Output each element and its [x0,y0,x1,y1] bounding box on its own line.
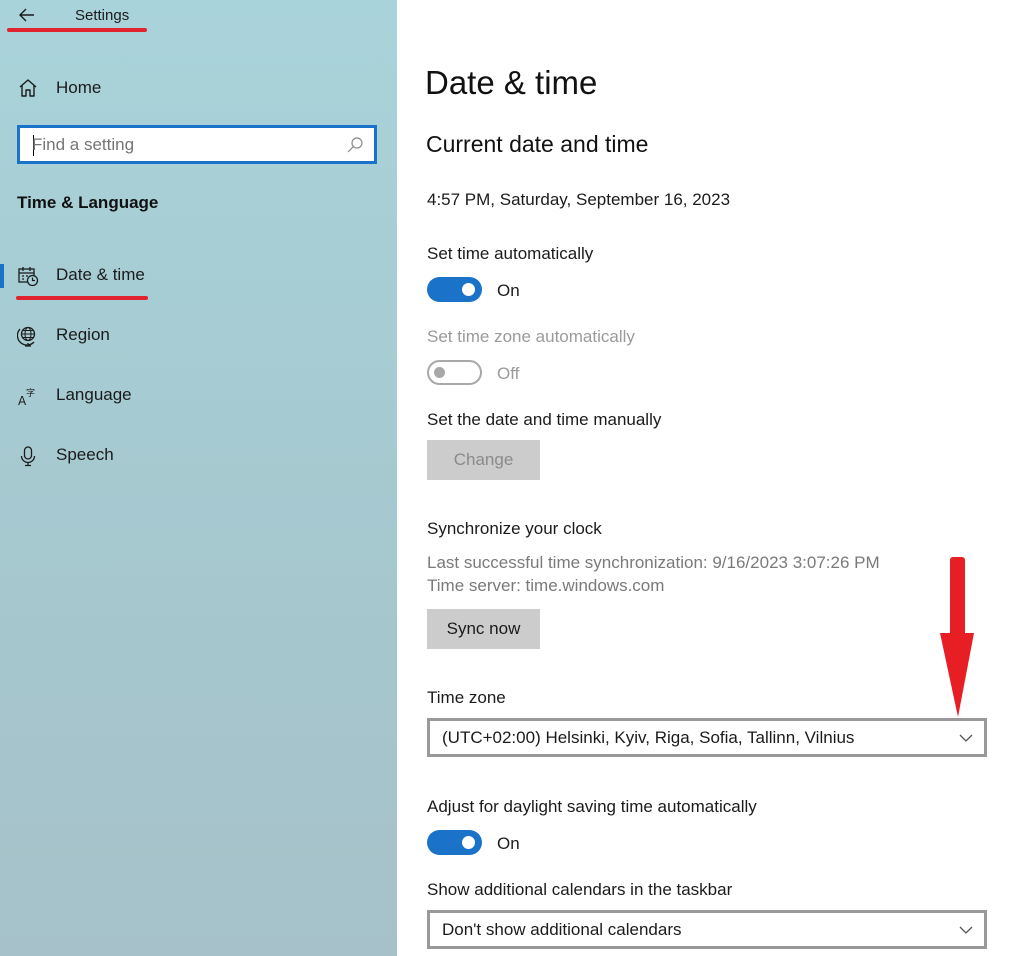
daylight-saving-state: On [497,834,520,853]
nav-home[interactable]: Home [0,70,397,106]
svg-text:字: 字 [26,387,35,399]
annotation-underline-date-time [16,296,148,300]
main-content: Date & time Current date and time 4:57 P… [397,0,1012,956]
additional-calendars-dropdown[interactable]: Don't show additional calendars [427,910,987,949]
manual-set-label: Set the date and time manually [427,410,662,429]
sidebar-item-label: Language [56,385,132,404]
sync-label: Synchronize your clock [427,519,602,538]
chevron-down-icon [959,926,973,934]
back-button[interactable] [14,4,40,26]
set-time-auto-toggle[interactable] [427,277,482,302]
section-title: Current date and time [426,131,649,157]
home-icon [17,77,39,99]
set-timezone-auto-state: Off [497,364,520,383]
annotation-arrow-down-icon [940,557,974,717]
nav-home-label: Home [56,78,102,97]
sidebar-item-speech[interactable]: Speech [0,436,397,476]
annotation-underline-title [7,28,147,32]
daylight-saving-label: Adjust for daylight saving time automati… [427,797,757,816]
globe-icon [17,325,39,347]
additional-calendars-value: Don't show additional calendars [442,920,682,939]
toggle-knob [462,283,475,296]
back-arrow-icon [19,8,34,22]
set-timezone-auto-toggle[interactable] [427,360,482,385]
sidebar: Settings Home Time & Language [0,0,397,956]
microphone-icon [17,445,39,467]
sidebar-item-date-time[interactable]: Date & time [0,256,397,296]
search-icon[interactable] [346,136,364,154]
set-timezone-auto-label: Set time zone automatically [427,327,635,346]
sidebar-item-label: Region [56,325,110,344]
sidebar-item-label: Date & time [56,265,145,284]
time-zone-dropdown[interactable]: (UTC+02:00) Helsinki, Kyiv, Riga, Sofia,… [427,718,987,757]
sidebar-item-region[interactable]: Region [0,316,397,356]
sidebar-item-language[interactable]: A 字 Language [0,376,397,416]
set-time-auto-label: Set time automatically [427,244,594,263]
toggle-knob [434,367,445,378]
additional-calendars-label: Show additional calendars in the taskbar [427,880,733,899]
set-time-auto-state: On [497,281,520,300]
sync-now-button[interactable]: Sync now [427,609,540,649]
daylight-saving-toggle[interactable] [427,830,482,855]
calendar-clock-icon [17,265,39,287]
time-server-text: Time server: time.windows.com [427,576,665,595]
language-icon: A 字 [17,385,39,407]
search-input[interactable] [32,133,332,157]
time-zone-value: (UTC+02:00) Helsinki, Kyiv, Riga, Sofia,… [442,728,855,747]
current-datetime: 4:57 PM, Saturday, September 16, 2023 [427,190,731,209]
sidebar-section-title: Time & Language [17,193,159,212]
app-title: Settings [75,7,130,24]
sidebar-item-label: Speech [56,445,114,464]
toggle-knob [462,836,475,849]
change-button[interactable]: Change [427,440,540,480]
page-title: Date & time [425,64,598,101]
chevron-down-icon [959,734,973,742]
last-sync-text: Last successful time synchronization: 9/… [427,553,880,572]
active-indicator [0,264,4,288]
search-box[interactable] [17,125,377,164]
time-zone-label: Time zone [427,688,506,707]
